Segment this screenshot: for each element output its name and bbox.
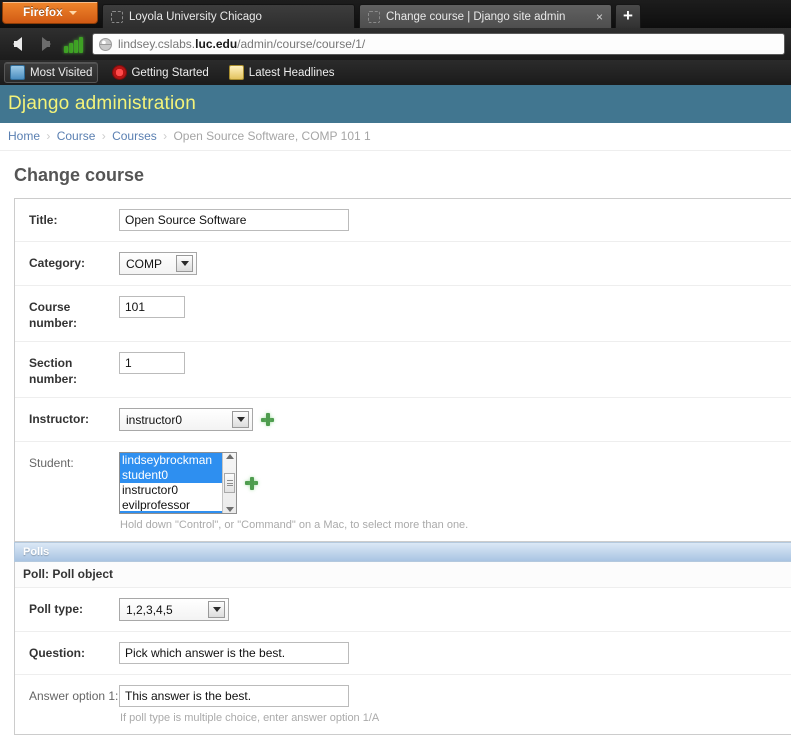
arrow-right-icon bbox=[41, 37, 51, 51]
breadcrumb: Home › Course › Courses › Open Source So… bbox=[0, 123, 791, 151]
breadcrumb-item-courses[interactable]: Courses bbox=[112, 129, 157, 143]
url-domain: luc.edu bbox=[195, 37, 238, 51]
browser-nav-bar: lindsey.cslabs.luc.edu/admin/course/cour… bbox=[0, 28, 791, 60]
poll-type-select[interactable]: 1,2,3,4,5 bbox=[119, 598, 229, 621]
form-row-course-number: Course number: bbox=[15, 286, 791, 342]
label-category: Category: bbox=[29, 256, 86, 270]
title-input[interactable] bbox=[119, 209, 349, 231]
scroll-down-icon[interactable] bbox=[225, 507, 234, 512]
label-question: Question: bbox=[29, 646, 85, 660]
browser-tab-django-admin[interactable]: Change course | Django site admin × bbox=[359, 4, 612, 28]
student-multiselect[interactable]: lindseybrockman student0 instructor0 evi… bbox=[119, 452, 237, 514]
answer-option-1-help-text: If poll type is multiple choice, enter a… bbox=[120, 712, 380, 724]
category-select[interactable]: COMP bbox=[119, 252, 197, 275]
form-row-student: Student: lindseybrockman student0 instru… bbox=[15, 442, 791, 541]
forward-button[interactable] bbox=[35, 33, 57, 55]
course-number-input[interactable] bbox=[119, 296, 185, 318]
breadcrumb-separator-icon: › bbox=[101, 129, 106, 143]
label-student: Student: bbox=[29, 456, 74, 470]
bookmark-label: Most Visited bbox=[30, 66, 93, 79]
add-another-student-icon[interactable] bbox=[245, 476, 258, 490]
label-course-number: Course number: bbox=[29, 300, 77, 330]
form-row-instructor: Instructor: instructor0 bbox=[15, 398, 791, 442]
page-favicon-icon bbox=[111, 10, 123, 23]
scroll-up-icon[interactable] bbox=[225, 454, 234, 459]
label-title: Title: bbox=[29, 213, 58, 227]
section-number-input[interactable] bbox=[119, 352, 185, 374]
breadcrumb-item-course[interactable]: Course bbox=[57, 129, 96, 143]
browser-tab-title: Loyola University Chicago bbox=[129, 10, 262, 23]
most-visited-icon bbox=[10, 65, 25, 80]
chevron-down-icon[interactable] bbox=[176, 255, 193, 272]
polls-inline-group: Polls Poll: Poll object Poll type: 1,2,3… bbox=[14, 542, 791, 735]
browser-tab-bar: Firefox Loyola University Chicago Change… bbox=[0, 0, 791, 28]
breadcrumb-separator-icon: › bbox=[163, 129, 168, 143]
student-scrollbar[interactable] bbox=[222, 453, 236, 513]
category-select-value: COMP bbox=[126, 256, 162, 271]
label-poll-type: Poll type: bbox=[29, 602, 84, 616]
browser-chrome: Firefox Loyola University Chicago Change… bbox=[0, 0, 791, 85]
new-tab-button[interactable]: + bbox=[615, 4, 641, 28]
instructor-select-value: instructor0 bbox=[126, 412, 183, 427]
bookmark-latest-headlines[interactable]: Latest Headlines bbox=[224, 63, 340, 82]
bookmark-label: Latest Headlines bbox=[248, 66, 335, 79]
poll-object-title: Poll: Poll object bbox=[15, 562, 791, 588]
form-row-title: Title: bbox=[15, 199, 791, 242]
polls-group-title: Polls bbox=[14, 542, 791, 562]
label-section-number: Section number: bbox=[29, 356, 77, 386]
django-admin-header: Django administration bbox=[0, 85, 791, 123]
add-another-instructor-icon[interactable] bbox=[261, 413, 274, 426]
getting-started-icon bbox=[113, 66, 127, 79]
bookmark-getting-started[interactable]: Getting Started bbox=[108, 64, 213, 81]
breadcrumb-item-current: Open Source Software, COMP 101 1 bbox=[173, 129, 371, 143]
site-title: Django administration bbox=[8, 93, 196, 114]
course-form-module: Title: Category: COMP Course numbe bbox=[14, 198, 791, 542]
poll-object-panel: Poll: Poll object Poll type: 1,2,3,4,5 Q… bbox=[14, 562, 791, 735]
student-option[interactable]: student0 bbox=[120, 468, 222, 483]
student-option[interactable]: lindseybrockman bbox=[120, 453, 222, 468]
arrow-left-icon bbox=[12, 37, 22, 51]
address-bar-url: lindsey.cslabs.luc.edu/admin/course/cour… bbox=[118, 37, 365, 51]
breadcrumb-separator-icon: › bbox=[46, 129, 51, 143]
form-row-section-number: Section number: bbox=[15, 342, 791, 398]
answer-option-1-input[interactable] bbox=[119, 685, 349, 707]
signal-bars-icon[interactable] bbox=[64, 36, 83, 53]
back-button[interactable] bbox=[6, 33, 28, 55]
globe-icon bbox=[99, 37, 112, 51]
label-instructor: Instructor: bbox=[29, 412, 89, 426]
chevron-down-icon bbox=[68, 10, 77, 15]
browser-tab-title: Change course | Django site admin bbox=[386, 10, 566, 23]
scrollbar-thumb[interactable] bbox=[224, 473, 235, 493]
page-favicon-icon bbox=[368, 10, 380, 23]
main-content: Change course Title: Category: COMP bbox=[0, 151, 791, 735]
rss-feed-icon bbox=[228, 65, 244, 80]
url-prefix: lindsey.cslabs. bbox=[118, 37, 196, 51]
firefox-menu-label: Firefox bbox=[23, 6, 63, 19]
form-row-answer-option-1: Answer option 1: If poll type is multipl… bbox=[15, 675, 791, 734]
firefox-menu-button[interactable]: Firefox bbox=[2, 2, 98, 24]
url-path: /admin/course/course/1/ bbox=[237, 37, 366, 51]
breadcrumb-item-home[interactable]: Home bbox=[8, 129, 40, 143]
bookmark-label: Getting Started bbox=[131, 66, 209, 79]
selection-indicator bbox=[120, 511, 222, 513]
address-bar[interactable]: lindsey.cslabs.luc.edu/admin/course/cour… bbox=[92, 33, 785, 55]
bookmark-most-visited[interactable]: Most Visited bbox=[4, 62, 99, 83]
chevron-down-icon[interactable] bbox=[232, 411, 249, 428]
question-input[interactable] bbox=[119, 642, 349, 664]
form-row-question: Question: bbox=[15, 632, 791, 675]
form-row-poll-type: Poll type: 1,2,3,4,5 bbox=[15, 588, 791, 632]
instructor-select[interactable]: instructor0 bbox=[119, 408, 253, 431]
poll-type-select-value: 1,2,3,4,5 bbox=[126, 602, 173, 617]
student-help-text: Hold down "Control", or "Command" on a M… bbox=[120, 519, 469, 531]
page-title: Change course bbox=[14, 165, 145, 185]
form-row-category: Category: COMP bbox=[15, 242, 791, 286]
chevron-down-icon[interactable] bbox=[208, 601, 225, 618]
bookmarks-bar: Most Visited Getting Started Latest Head… bbox=[0, 60, 791, 85]
browser-tab-loyola[interactable]: Loyola University Chicago bbox=[102, 4, 355, 28]
close-icon[interactable]: × bbox=[596, 11, 603, 23]
student-option-list: lindseybrockman student0 instructor0 evi… bbox=[120, 453, 222, 513]
label-answer-option-1: Answer option 1: bbox=[29, 689, 119, 703]
student-option[interactable]: instructor0 bbox=[120, 483, 222, 498]
